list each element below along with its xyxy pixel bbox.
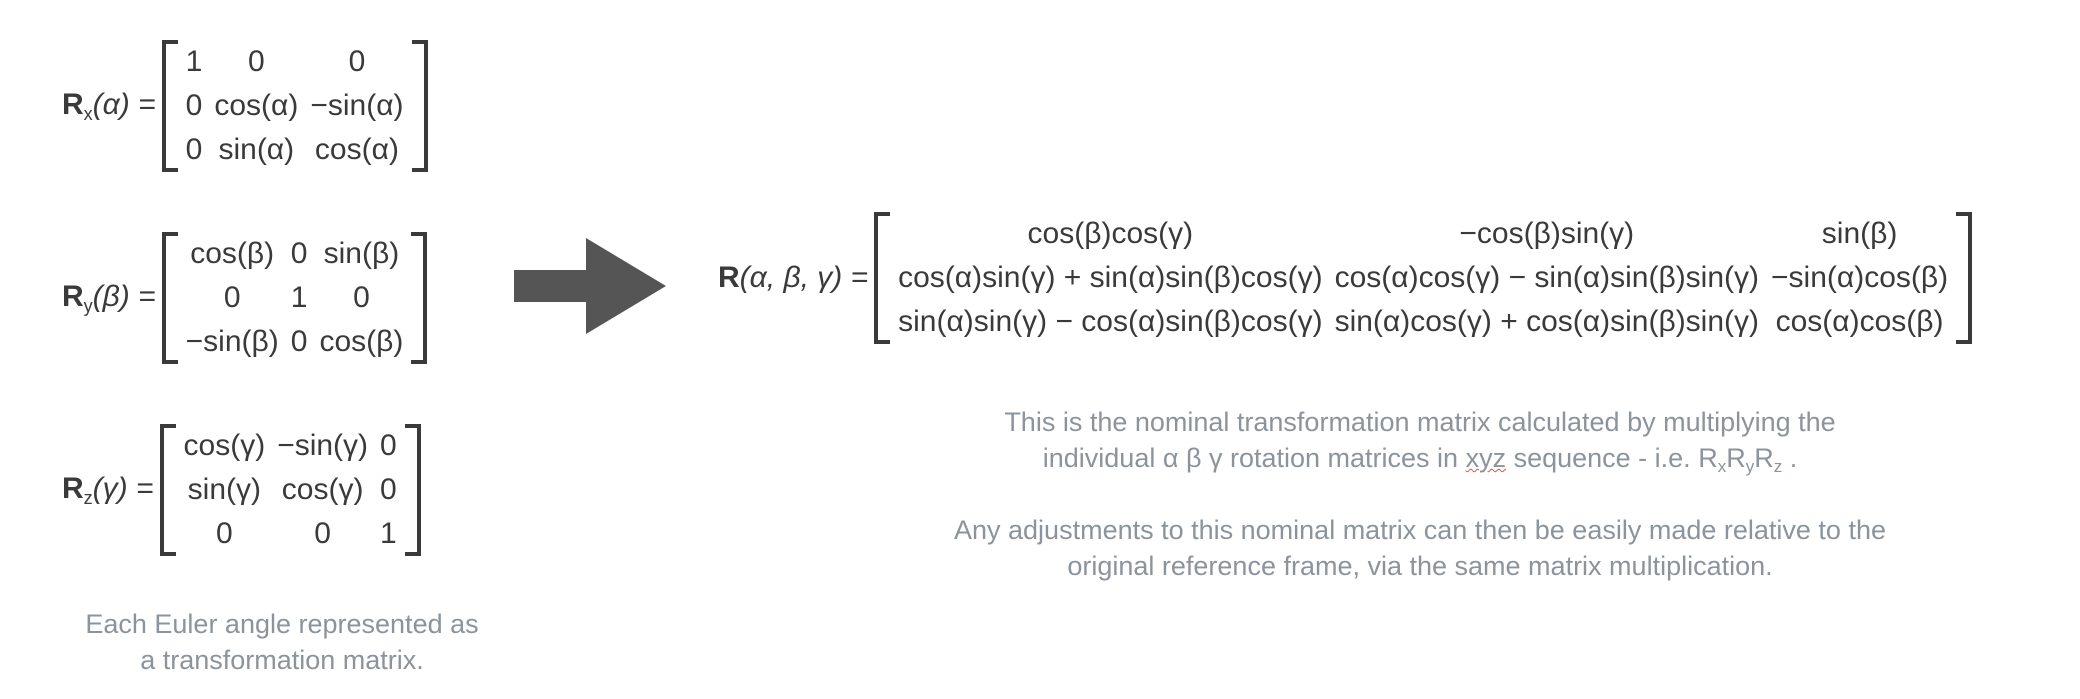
matrix-cell: sin(α) bbox=[218, 133, 295, 166]
matrix-cell: sin(α)cos(γ) + cos(α)sin(β)sin(γ) bbox=[1334, 305, 1760, 338]
matrix-cell: 0 bbox=[348, 45, 366, 78]
matrix-cell: 0 bbox=[290, 325, 308, 358]
combined-rotation-equation: R(α, β, γ) = cos(β)cos(γ) −cos(β)sin(γ) … bbox=[718, 212, 1973, 344]
matrix-cell: −cos(β)sin(γ) bbox=[1459, 217, 1635, 250]
rz-lhs: Rz(γ) = bbox=[62, 471, 154, 508]
matrix-cell: −sin(α) bbox=[310, 89, 404, 122]
matrix-cell: 0 bbox=[290, 237, 308, 270]
matrix-cell: cos(γ) bbox=[281, 473, 364, 506]
matrix-cell: sin(β) bbox=[323, 237, 400, 270]
matrix-cell: cos(α)cos(β) bbox=[1775, 305, 1944, 338]
rx-equation: Rx(α) = 1 0 0 0 cos(α) −sin(α) 0 sin(α) … bbox=[62, 40, 428, 172]
matrix-cell: 0 bbox=[314, 517, 331, 550]
matrix-cell: 1 bbox=[380, 517, 397, 550]
caption-line: a transformation matrix. bbox=[140, 645, 424, 675]
rz-equation: Rz(γ) = cos(γ) −sin(γ) 0 sin(γ) cos(γ) 0… bbox=[62, 424, 421, 556]
matrix-cell: 0 bbox=[223, 281, 241, 314]
matrix-cell: cos(α) bbox=[314, 133, 399, 166]
r-matrix: cos(β)cos(γ) −cos(β)sin(γ) sin(β) cos(α)… bbox=[874, 212, 1973, 344]
matrix-cell: cos(α) bbox=[214, 89, 299, 122]
left-caption: Each Euler angle represented as a transf… bbox=[62, 606, 502, 678]
caption-line: This is the nominal transformation matri… bbox=[1004, 407, 1836, 437]
ry-lhs: Ry(β) = bbox=[62, 279, 156, 316]
matrix-cell: cos(β) bbox=[190, 237, 275, 270]
rx-matrix: 1 0 0 0 cos(α) −sin(α) 0 sin(α) cos(α) bbox=[161, 40, 428, 172]
r-lhs: R(α, β, γ) = bbox=[718, 261, 869, 294]
matrix-cell: −sin(β) bbox=[185, 325, 279, 358]
matrix-cell: −sin(γ) bbox=[277, 429, 369, 462]
rx-lhs: Rx(α) = bbox=[62, 87, 156, 124]
matrix-cell: 0 bbox=[185, 133, 203, 166]
matrix-cell: cos(β)cos(γ) bbox=[1027, 217, 1194, 250]
caption-line: Each Euler angle represented as bbox=[85, 609, 479, 639]
ry-matrix: cos(β) 0 sin(β) 0 1 0 −sin(β) 0 cos(β) bbox=[161, 232, 428, 364]
matrix-cell: cos(α)cos(γ) − sin(α)sin(β)sin(γ) bbox=[1334, 261, 1760, 294]
matrix-cell: cos(β) bbox=[319, 325, 404, 358]
right-caption-2: Any adjustments to this nominal matrix c… bbox=[880, 512, 1960, 584]
matrix-cell: sin(γ) bbox=[187, 473, 262, 506]
rz-matrix: cos(γ) −sin(γ) 0 sin(γ) cos(γ) 0 0 0 1 bbox=[159, 424, 421, 556]
matrix-cell: 0 bbox=[353, 281, 370, 314]
matrix-cell: 0 bbox=[247, 45, 265, 78]
matrix-cell: cos(γ) bbox=[183, 429, 266, 462]
spellcheck-word: xyz bbox=[1465, 443, 1507, 473]
matrix-cell: 0 bbox=[185, 89, 203, 122]
matrix-cell: cos(α)sin(γ) + sin(α)sin(β)cos(γ) bbox=[898, 261, 1323, 294]
caption-line: Any adjustments to this nominal matrix c… bbox=[954, 515, 1886, 545]
matrix-cell: 0 bbox=[380, 429, 397, 462]
caption-line: original reference frame, via the same m… bbox=[1067, 551, 1773, 581]
matrix-cell: 0 bbox=[216, 517, 233, 550]
matrix-cell: 1 bbox=[290, 281, 308, 314]
matrix-cell: sin(α)sin(γ) − cos(α)sin(β)cos(γ) bbox=[898, 305, 1323, 338]
right-arrow-icon bbox=[514, 238, 666, 339]
caption-line: individual α β γ rotation matrices in xy… bbox=[1042, 443, 1798, 476]
right-caption-1: This is the nominal transformation matri… bbox=[880, 404, 1960, 485]
matrix-cell: −sin(α)cos(β) bbox=[1771, 261, 1949, 294]
matrix-cell: 0 bbox=[380, 473, 397, 506]
matrix-cell: sin(β) bbox=[1821, 217, 1898, 250]
matrix-cell: 1 bbox=[185, 45, 203, 78]
ry-equation: Ry(β) = cos(β) 0 sin(β) 0 1 0 −sin(β) 0 … bbox=[62, 232, 428, 364]
